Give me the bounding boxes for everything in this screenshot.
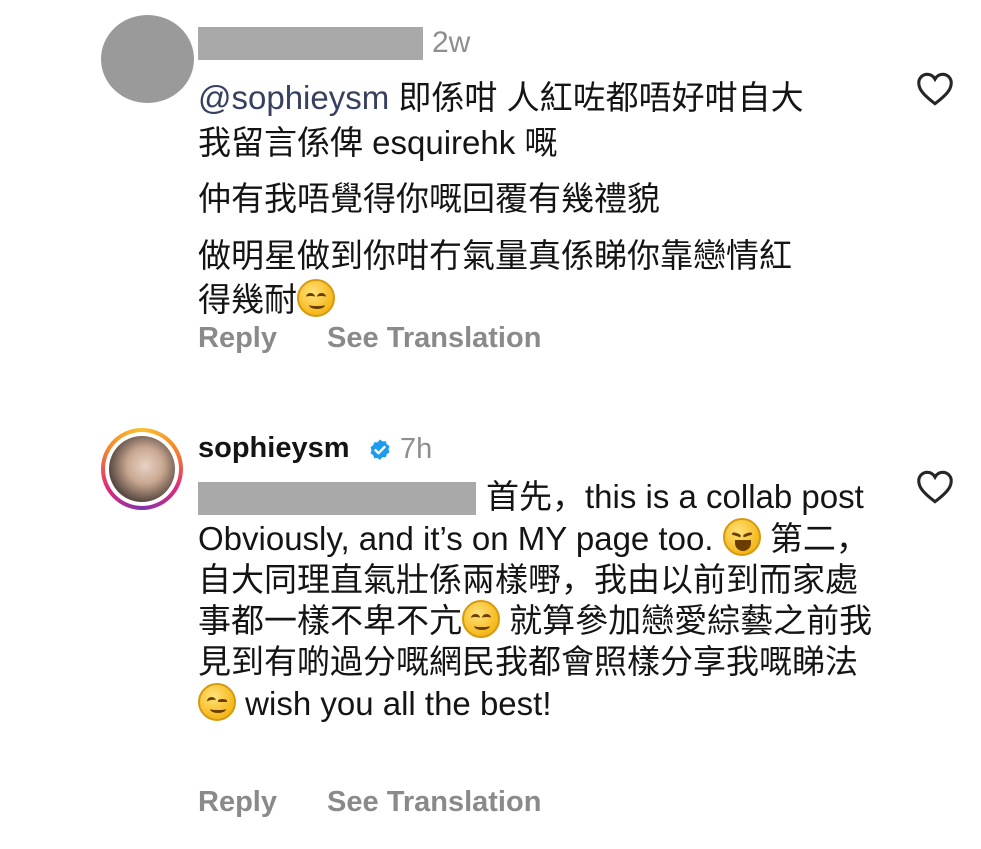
- redacted-username: [198, 27, 423, 60]
- grinning-squinting-face-emoji: [722, 517, 761, 556]
- avatar-redacted[interactable]: [101, 15, 194, 103]
- winking-face-emoji: [198, 682, 236, 721]
- heart-outline-icon: [917, 72, 953, 106]
- comment-actions: Reply See Translation: [198, 322, 541, 355]
- comment-text-line: 做明星做到你咁冇氣量真係睇你靠戀情紅: [198, 236, 792, 274]
- like-heart-icon[interactable]: [916, 470, 954, 504]
- comment-username[interactable]: sophieysm: [198, 432, 350, 465]
- comment-timestamp: 2w: [432, 26, 471, 59]
- comment-timestamp: 7h: [400, 433, 433, 465]
- verified-badge-icon: [368, 438, 392, 462]
- see-translation-button[interactable]: See Translation: [327, 786, 541, 819]
- comment-text-line: 仲有我唔覺得你嘅回覆有幾禮貌: [198, 180, 660, 218]
- comment-text-line: 我留言係俾 esquirehk 嘅: [198, 123, 558, 161]
- mention-link[interactable]: @sophieysm: [198, 79, 389, 116]
- smiling-face-emoji: [297, 279, 335, 318]
- comment-actions: Reply See Translation: [198, 786, 541, 819]
- smiling-face-emoji: [462, 600, 500, 639]
- see-translation-button[interactable]: See Translation: [327, 322, 541, 355]
- comment-body: 首先，this is a collab post Obviously, and …: [198, 477, 878, 725]
- heart-outline-icon: [917, 470, 953, 504]
- avatar-story-ring[interactable]: [101, 428, 183, 510]
- comments-screen: 2w @sophieysm 即係咁 人紅咗都唔好咁自大 我留言係俾 esquir…: [0, 0, 981, 849]
- reply-button[interactable]: Reply: [198, 786, 277, 819]
- avatar: [109, 436, 175, 502]
- comment-text: wish you all the best!: [236, 684, 552, 722]
- like-heart-icon[interactable]: [916, 72, 954, 106]
- comment-text-line: 得幾耐: [198, 281, 297, 319]
- reply-button[interactable]: Reply: [198, 322, 277, 355]
- comment-body: @sophieysm 即係咁 人紅咗都唔好咁自大 我留言係俾 esquirehk…: [198, 76, 898, 323]
- comment-text-line: 即係咁 人紅咗都唔好咁自大: [389, 79, 804, 116]
